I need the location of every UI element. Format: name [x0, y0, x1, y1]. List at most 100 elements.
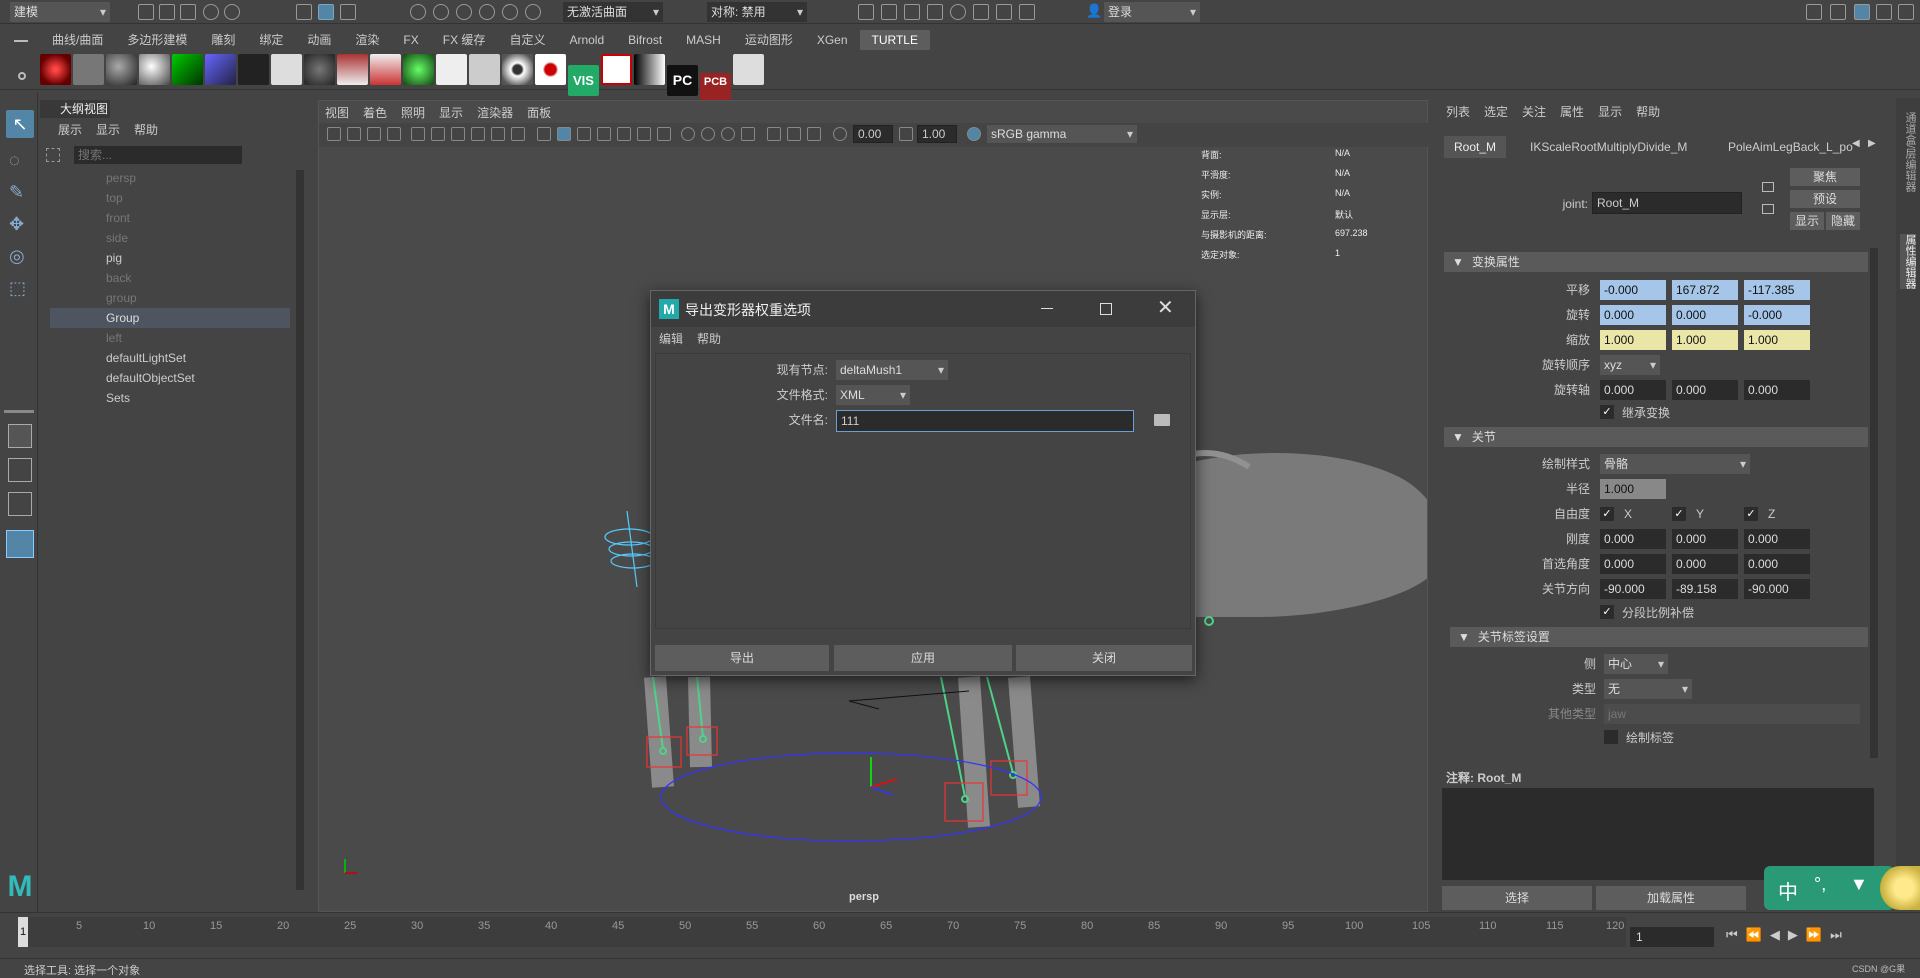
new-scene-icon[interactable] — [138, 4, 154, 20]
dof-z-checkbox[interactable]: ✓ — [1744, 507, 1758, 521]
outliner-menu-display[interactable]: 显示 — [96, 123, 120, 137]
outliner-item-front[interactable]: front — [50, 208, 290, 228]
dof-x-checkbox[interactable]: ✓ — [1600, 507, 1614, 521]
shelf-tab[interactable]: FX — [391, 30, 430, 50]
ipr-render-icon[interactable] — [904, 4, 920, 20]
maximize-icon[interactable] — [1100, 303, 1112, 315]
select-object-icon[interactable] — [318, 4, 334, 20]
camera-select-icon[interactable] — [327, 127, 341, 141]
outliner-item-back[interactable]: back — [50, 268, 290, 288]
joint-name-field[interactable]: Root_M — [1592, 192, 1742, 214]
gradient-icon[interactable] — [634, 54, 665, 85]
mode-dropdown[interactable]: 建模 — [10, 2, 110, 22]
symmetry-dropdown[interactable]: 对称: 禁用 — [707, 2, 807, 22]
gamma-field[interactable]: 1.00 — [917, 125, 957, 143]
outliner-item-Group[interactable]: Group — [50, 308, 290, 328]
people-icon[interactable] — [271, 54, 302, 85]
dof-icon[interactable] — [741, 127, 755, 141]
show-button[interactable]: 显示 — [1790, 212, 1824, 230]
red-light-icon[interactable] — [337, 54, 368, 85]
field-chart-icon[interactable] — [491, 127, 505, 141]
go-end-icon[interactable]: ⏭ — [1830, 927, 1850, 942]
magnifier-icon[interactable] — [733, 54, 764, 85]
save-scene-icon[interactable] — [180, 4, 196, 20]
grid-icon[interactable] — [411, 127, 425, 141]
redo-icon[interactable] — [224, 4, 240, 20]
xray-active-icon[interactable] — [807, 127, 821, 141]
rotate-axis-y[interactable]: 0.000 — [1672, 380, 1738, 400]
scale-x[interactable]: 1.000 — [1600, 330, 1666, 350]
green-ball-icon[interactable] — [403, 54, 434, 85]
browse-folder-icon[interactable] — [1154, 414, 1170, 426]
blob-icon[interactable] — [469, 54, 500, 85]
outliner-menu-show[interactable]: 展示 — [58, 123, 82, 137]
select-tool-icon[interactable]: ↖ — [6, 110, 34, 138]
outliner-search-input[interactable] — [74, 146, 242, 164]
translate-z[interactable]: -117.385 — [1744, 280, 1810, 300]
radius-field[interactable]: 1.000 — [1600, 479, 1666, 499]
outliner-layout-icon[interactable] — [6, 530, 34, 558]
pause-ipr-icon[interactable] — [1019, 4, 1035, 20]
filename-input[interactable]: 111 — [836, 410, 1134, 432]
attribute-editor-tab[interactable]: 属性编辑器 — [1900, 234, 1916, 289]
gamma-icon[interactable] — [899, 127, 913, 141]
select-component-icon[interactable] — [340, 4, 356, 20]
translate-x[interactable]: -0.000 — [1600, 280, 1666, 300]
translate-y[interactable]: 167.872 — [1672, 280, 1738, 300]
ime-punct-icon[interactable]: °, — [1814, 874, 1826, 895]
pref-angle-x[interactable]: 0.000 — [1600, 554, 1666, 574]
joint-orient-z[interactable]: -90.000 — [1744, 579, 1810, 599]
user-icon[interactable]: 👤 — [1086, 3, 1102, 19]
workspace-icon-2[interactable] — [1830, 4, 1846, 20]
pc-icon[interactable]: PC — [667, 65, 698, 96]
tab-scroll-right-icon[interactable]: ▶ — [1868, 138, 1876, 149]
focus-output-icon[interactable] — [1762, 204, 1774, 214]
shelf-tab[interactable]: 雕刻 — [199, 30, 247, 50]
isolate-icon[interactable] — [767, 127, 781, 141]
pref-angle-y[interactable]: 0.000 — [1672, 554, 1738, 574]
move-tool-icon[interactable]: ✥ — [9, 214, 31, 236]
pref-angle-z[interactable]: 0.000 — [1744, 554, 1810, 574]
other-type-field[interactable]: jaw — [1604, 704, 1860, 724]
paint-select-icon[interactable]: ✎ — [9, 182, 31, 204]
attr-menu-show[interactable]: 显示 — [1598, 105, 1622, 119]
arnold-render-icon[interactable] — [973, 4, 989, 20]
ime-skin-icon[interactable]: ▼ — [1850, 874, 1868, 895]
ao-icon[interactable] — [681, 127, 695, 141]
no-render-icon[interactable] — [601, 54, 632, 85]
segment-scale-checkbox[interactable]: ✓ — [1600, 605, 1614, 619]
shelf-tab[interactable]: XGen — [805, 30, 860, 50]
shelf-tab-turtle[interactable]: TURTLE — [859, 30, 930, 50]
format-dropdown[interactable]: XML — [836, 385, 910, 405]
outliner-scrollbar[interactable] — [296, 170, 304, 890]
undo-icon[interactable] — [203, 4, 219, 20]
shelf-tab[interactable]: Bifrost — [616, 30, 674, 50]
focus-button[interactable]: 聚焦 — [1790, 168, 1860, 186]
attr-editor-toggle-icon[interactable] — [1876, 4, 1892, 20]
focus-input-icon[interactable] — [1762, 182, 1774, 192]
snap-ortho-icon[interactable] — [525, 4, 541, 20]
stiffness-z[interactable]: 0.000 — [1744, 529, 1810, 549]
two-layout-icon[interactable] — [8, 492, 32, 516]
live-surface-field[interactable]: 无激活曲面 — [563, 2, 663, 22]
scale-y[interactable]: 1.000 — [1672, 330, 1738, 350]
outliner-item-top[interactable]: top — [50, 188, 290, 208]
fire-render-icon[interactable] — [40, 54, 71, 85]
load-attributes-button[interactable]: 加载属性 — [1596, 886, 1746, 910]
shelf-settings-icon[interactable] — [18, 72, 26, 80]
color-space-dropdown[interactable]: sRGB gamma — [987, 125, 1137, 143]
stiffness-y[interactable]: 0.000 — [1672, 529, 1738, 549]
dots-icon[interactable] — [238, 54, 269, 85]
snap-point-icon[interactable] — [456, 4, 472, 20]
snap-curve-icon[interactable] — [433, 4, 449, 20]
snap-grid-icon[interactable] — [410, 4, 426, 20]
lasso-tool-icon[interactable]: ◌ — [9, 150, 31, 172]
rotate-axis-z[interactable]: 0.000 — [1744, 380, 1810, 400]
draw-style-dropdown[interactable]: 骨骼 — [1600, 454, 1750, 474]
outliner-item-defaultObjectSet[interactable]: defaultObjectSet — [50, 368, 290, 388]
shelf-tab[interactable]: 动画 — [295, 30, 343, 50]
outliner-item-persp[interactable]: persp — [50, 168, 290, 188]
go-start-icon[interactable]: ⏮ — [1726, 927, 1746, 942]
ime-language[interactable]: 中 — [1778, 876, 1798, 905]
tab-scroll-left-icon[interactable]: ◀ — [1852, 138, 1860, 149]
